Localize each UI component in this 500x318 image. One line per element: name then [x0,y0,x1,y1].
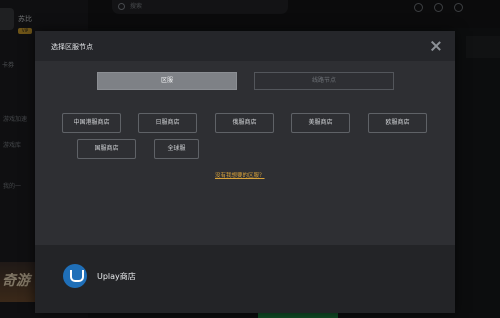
tab-region[interactable]: 区服 [97,72,237,90]
region-us[interactable]: 美服商店 [291,113,350,133]
game-name: Uplay商店 [97,272,136,281]
dialog-title: 选择区服节点 [51,43,93,51]
uplay-icon [63,264,87,288]
region-hk[interactable]: 中国港服商店 [62,113,121,133]
region-global[interactable]: 全球服 [154,139,199,159]
region-eu[interactable]: 欧服商店 [368,113,427,133]
region-select-dialog: 选择区服节点 区服 线路节点 中国港服商店 日服商店 俄服商店 美服商店 欧服商… [35,31,455,313]
tab-route-node[interactable]: 线路节点 [254,72,394,90]
region-jp[interactable]: 日服商店 [138,113,197,133]
region-cn[interactable]: 国服商店 [77,139,136,159]
dialog-tabs: 区服 线路节点 [35,72,455,90]
region-ru[interactable]: 俄服商店 [215,113,274,133]
close-icon[interactable] [429,39,443,53]
dialog-header [35,31,455,61]
missing-region-link[interactable]: 没有我想要的区服？ [215,171,265,179]
